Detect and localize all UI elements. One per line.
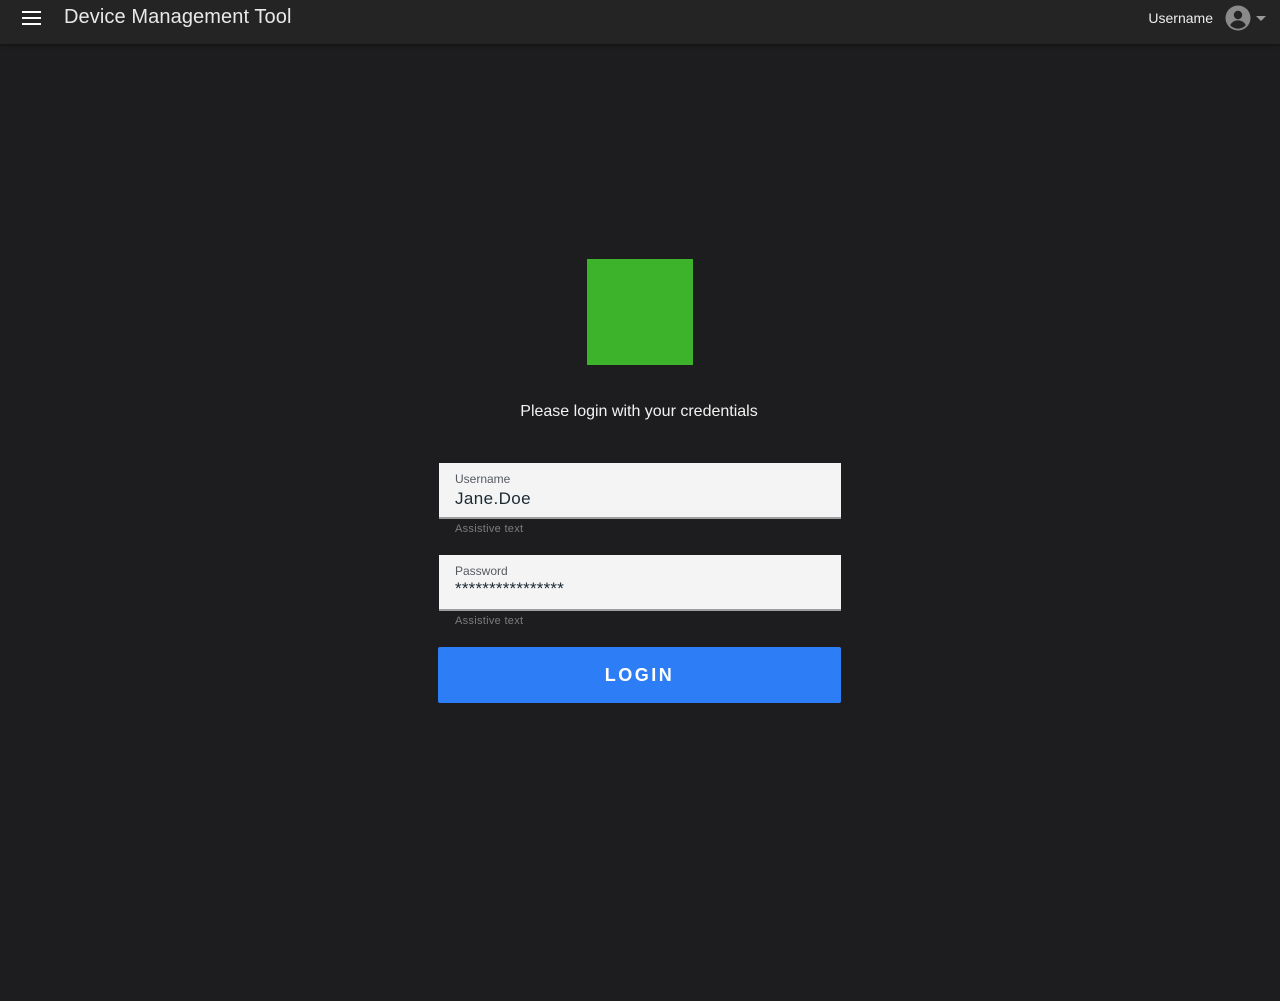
username-assistive-text: Assistive text — [455, 523, 524, 535]
login-prompt: Please login with your credentials — [520, 403, 758, 420]
password-field-value[interactable]: **************** — [455, 579, 564, 599]
caret-down-icon — [1256, 15, 1266, 21]
app-bar: Device Management Tool Username — [0, 0, 1280, 44]
password-field[interactable]: Password **************** — [439, 555, 841, 611]
brand-logo — [587, 259, 693, 365]
username-label: Username — [1148, 10, 1213, 26]
username-field-label: Username — [455, 472, 511, 486]
password-assistive-text: Assistive text — [455, 615, 524, 627]
user-menu[interactable]: Username — [1148, 4, 1266, 32]
app-title: Device Management Tool — [64, 6, 292, 28]
hamburger-menu-icon[interactable] — [22, 10, 42, 26]
login-button[interactable]: LOGIN — [438, 647, 841, 703]
password-field-label: Password — [455, 564, 508, 578]
username-field-value[interactable]: Jane.Doe — [455, 489, 531, 509]
account-circle-icon — [1225, 5, 1251, 31]
username-field[interactable]: Username Jane.Doe — [439, 463, 841, 519]
